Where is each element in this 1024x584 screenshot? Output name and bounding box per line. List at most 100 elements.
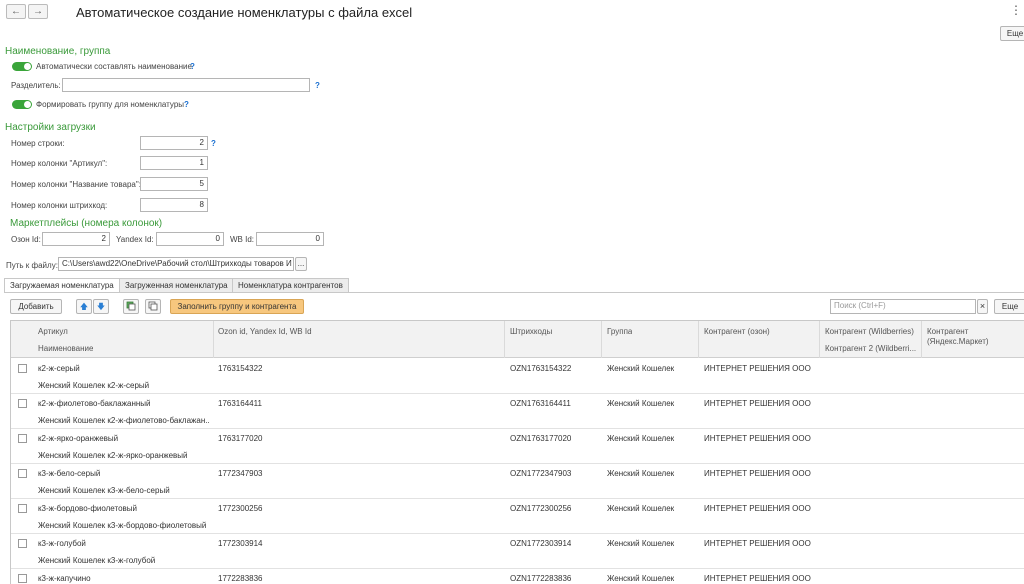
search-input[interactable]: Поиск (Ctrl+F) [830,299,976,314]
separator-input[interactable] [62,78,310,92]
form-group-toggle[interactable] [12,100,32,109]
page-title: Автоматическое создание номенклатуры с ф… [76,5,413,20]
table-row[interactable]: к3-ж-голубой Женский Кошелек к3-ж-голубой… [11,534,1024,569]
forward-button[interactable]: → [28,4,48,19]
column-divider [698,321,699,358]
row-checkbox[interactable] [18,364,27,373]
col-ctr-ozon-header[interactable]: Контрагент (озон) [704,327,770,336]
toolbar-more-button[interactable]: Еще [994,299,1024,314]
tab-loaded-items[interactable]: Загруженная номенклатура [119,278,234,293]
separator-label: Разделитель: [11,81,61,90]
cell-ids: 1772283836 [218,574,263,583]
table-row[interactable]: к2-ж-ярко-оранжевый Женский Кошелек к2-ж-… [11,429,1024,464]
cell-ids: 1763177020 [218,434,263,443]
barcode-col-label: Номер колонки штрихкод: [11,201,108,210]
row-checkbox[interactable] [18,504,27,513]
article-col-input[interactable]: 1 [140,156,208,170]
cell-barcode: OZN1763164411 [510,399,571,408]
cell-ctr-ozon: ИНТЕРНЕТ РЕШЕНИЯ ООО [704,434,811,443]
auto-name-toggle[interactable] [12,62,32,71]
file-path-input[interactable]: C:\Users\awd22\OneDrive\Рабочий стол\Штр… [58,257,294,271]
table-row[interactable]: к3-ж-капучино 1772283836 OZN1772283836 Женс… [11,569,1024,584]
column-divider [601,321,602,358]
col-article-header[interactable]: Артикул [38,327,68,336]
cell-article: к3-ж-бордово-фиолетовый [38,504,137,513]
search-clear-icon[interactable]: × [977,299,988,314]
section-load-title: Настройки загрузки [5,122,96,133]
cell-name: Женский Кошелек к3-ж-бело-серый [38,486,170,495]
col-name-header[interactable]: Наименование [38,344,93,353]
cell-article: к2-ж-фиолетово-баклажанный [38,399,151,408]
tab-counterparty-items[interactable]: Номенклатура контрагентов [232,278,349,293]
cell-name: Женский Кошелек к2-ж-серый [38,381,150,390]
cell-name: Женский Кошелек к2-ж-фиолетово-баклажан.… [38,416,210,425]
table-row[interactable]: к2-ж-серый Женский Кошелек к2-ж-серый 1763… [11,359,1024,394]
name-col-input[interactable]: 5 [140,177,208,191]
row-checkbox[interactable] [18,434,27,443]
tab-loading-items[interactable]: Загружаемая номенклатура [4,278,120,293]
move-down-icon[interactable]: 🡇 [93,299,109,314]
more-menu-icon[interactable]: ⋮ [1010,3,1022,17]
cell-article: к3-ж-капучино [38,574,91,583]
ozon-id-label: Озон Id: [11,235,41,244]
help-icon[interactable]: ? [184,100,189,109]
col-ctr-ym-header[interactable]: Контрагент (Яндекс.Маркет) [927,327,1023,347]
col-ctr-wb2-header[interactable]: Контрагент 2 (Wildberri... [825,344,921,353]
cell-barcode: OZN1763154322 [510,364,572,373]
table-row[interactable]: к3-ж-бордово-фиолетовый Женский Кошелек к… [11,499,1024,534]
yandex-id-input[interactable]: 0 [156,232,224,246]
cell-group: Женский Кошелек [607,539,675,548]
wb-id-input[interactable]: 0 [256,232,324,246]
fill-group-button[interactable]: Заполнить группу и контрагента [170,299,304,314]
help-icon[interactable]: ? [211,139,216,148]
back-button[interactable]: ← [6,4,26,19]
add-button[interactable]: Добавить [10,299,62,314]
cell-ctr-ozon: ИНТЕРНЕТ РЕШЕНИЯ ООО [704,469,811,478]
cell-ctr-ozon: ИНТЕРНЕТ РЕШЕНИЯ ООО [704,504,811,513]
cell-barcode: OZN1772347903 [510,469,572,478]
help-icon[interactable]: ? [190,62,195,71]
cell-ctr-ozon: ИНТЕРНЕТ РЕШЕНИЯ ООО [704,539,811,548]
col-group-header[interactable]: Группа [607,327,632,336]
row-checkbox[interactable] [18,469,27,478]
col-ctr-wb-header[interactable]: Контрагент (Wildberries) [825,327,921,336]
col-ids-header[interactable]: Ozon id, Yandex Id, WB Id [218,327,312,336]
copy-icon[interactable] [145,299,161,314]
yandex-id-label: Yandex Id: [116,235,154,244]
items-table: Артикул Наименование Ozon id, Yandex Id,… [10,320,1024,584]
section-naming-title: Наименование, группа [5,46,111,57]
section-market-title: Маркетплейсы (номера колонок) [10,218,163,229]
wb-id-label: WB Id: [230,235,255,244]
row-number-input[interactable]: 2 [140,136,208,150]
cell-ids: 1763164411 [218,399,262,408]
cell-article: к3-ж-голубой [38,539,86,548]
column-divider [921,321,922,358]
header-more-button[interactable]: Еще [1000,26,1024,41]
help-icon[interactable]: ? [315,81,320,90]
cell-group: Женский Кошелек [607,364,675,373]
col-barcodes-header[interactable]: Штрихкоды [510,327,552,336]
column-divider [819,321,820,358]
row-checkbox[interactable] [18,399,27,408]
column-divider [504,321,505,358]
table-row[interactable]: к2-ж-фиолетово-баклажанный Женский Кошеле… [11,394,1024,429]
cell-ids: 1772347903 [218,469,263,478]
cell-group: Женский Кошелек [607,469,675,478]
row-checkbox[interactable] [18,574,27,583]
cell-name: Женский Кошелек к2-ж-ярко-оранжевый [38,451,188,460]
browse-button[interactable]: ... [295,257,307,271]
row-checkbox[interactable] [18,539,27,548]
cell-group: Женский Кошелек [607,399,675,408]
move-up-icon[interactable]: 🡅 [76,299,92,314]
cell-barcode: OZN1772303914 [510,539,572,548]
cell-barcode: OZN1763177020 [510,434,572,443]
table-row[interactable]: к3-ж-бело-серый Женский Кошелек к3-ж-бело… [11,464,1024,499]
cell-article: к3-ж-бело-серый [38,469,101,478]
auto-name-label: Автоматически составлять наименование [36,62,192,71]
cell-article: к2-ж-серый [38,364,80,373]
cell-name: Женский Кошелек к3-ж-бордово-фиолетовый [38,521,207,530]
ozon-id-input[interactable]: 2 [42,232,110,246]
cell-ids: 1772303914 [218,539,263,548]
copy-rows-icon[interactable] [123,299,139,314]
barcode-col-input[interactable]: 8 [140,198,208,212]
